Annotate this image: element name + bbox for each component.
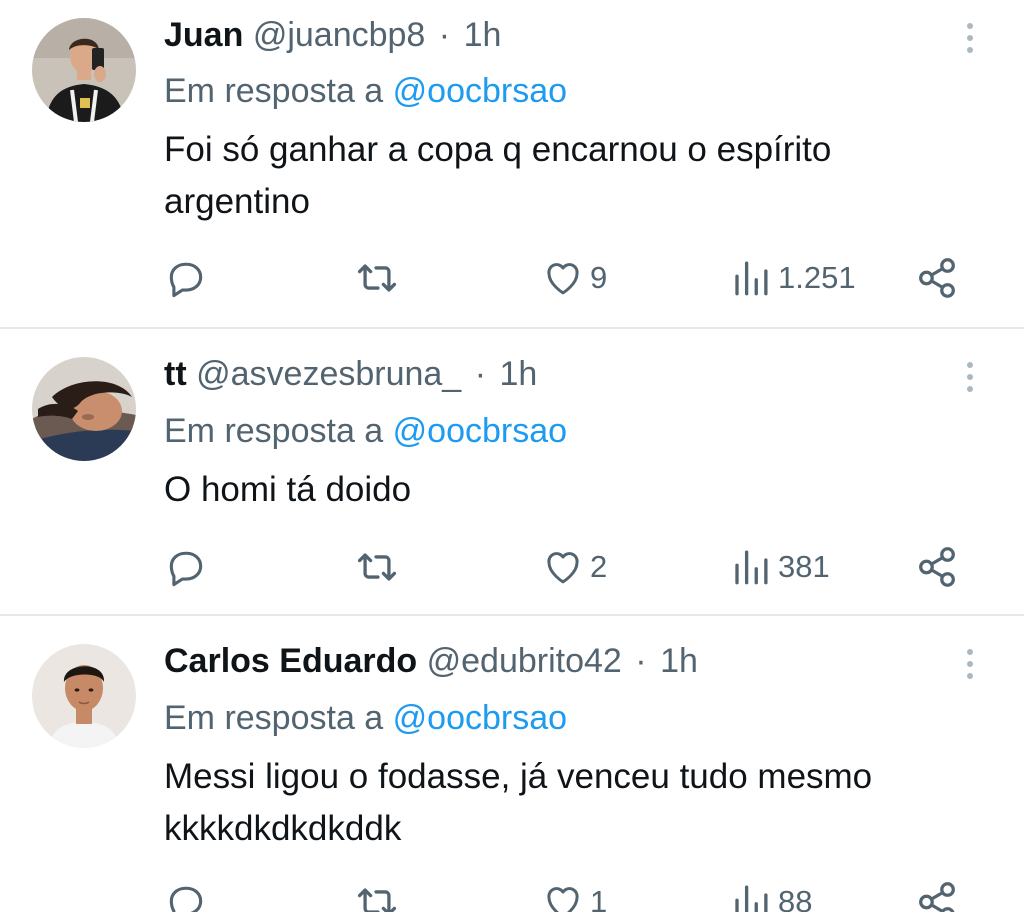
action-bar: 9 1.251 [0, 254, 1024, 302]
timestamp[interactable]: 1h [660, 642, 698, 680]
timestamp[interactable]: 1h [464, 16, 502, 54]
views-button[interactable]: 1.251 [730, 254, 856, 302]
display-name[interactable]: tt [164, 355, 187, 393]
like-icon [547, 263, 579, 295]
tweet-feed: Juan @juancbp8 · 1h Em resposta a @oocbr… [0, 0, 1024, 912]
tweet[interactable]: Carlos Eduardo @edubrito42 · 1h Em respo… [0, 616, 1024, 912]
username[interactable]: @asvezesbruna_ [196, 355, 461, 393]
reply-icon [169, 551, 203, 587]
view-count: 88 [778, 884, 813, 912]
reply-button[interactable] [164, 543, 208, 591]
views-button[interactable]: 381 [730, 543, 830, 591]
more-icon[interactable] [956, 16, 984, 60]
tweet-header: Juan @juancbp8 · 1h [164, 15, 501, 55]
like-count: 1 [590, 884, 608, 912]
avatar[interactable] [32, 357, 136, 461]
display-name[interactable]: Juan [164, 16, 243, 54]
retweet-button[interactable] [354, 543, 400, 591]
share-button[interactable] [914, 878, 960, 912]
reply-context: Em resposta a @oocbrsao [164, 698, 567, 738]
reply-prefix: Em resposta a [164, 699, 384, 737]
views-button[interactable]: 88 [730, 878, 812, 912]
tweet-header: tt @asvezesbruna_ · 1h [164, 354, 537, 394]
retweet-icon [357, 888, 397, 912]
reply-button[interactable] [164, 254, 208, 302]
tweet-header: Carlos Eduardo @edubrito42 · 1h [164, 641, 698, 681]
views-icon [735, 550, 768, 585]
action-bar: 2 381 [0, 543, 1024, 591]
reply-mention-link[interactable]: @oocbrsao [393, 412, 567, 450]
avatar-photo [32, 18, 136, 122]
like-count: 2 [590, 549, 608, 584]
share-icon [919, 882, 955, 912]
more-icon[interactable] [956, 355, 984, 399]
like-count: 9 [590, 260, 608, 295]
views-icon [735, 885, 768, 912]
separator: · [635, 642, 647, 680]
avatar-photo [32, 644, 136, 748]
action-bar: 1 88 [0, 878, 1024, 912]
tweet-text: O homi tá doido [164, 470, 412, 509]
reply-icon [169, 886, 203, 912]
tweet-text: Messi ligou o fodasse, já venceu tudo me… [164, 757, 873, 848]
share-icon [919, 547, 955, 587]
separator: · [474, 355, 487, 393]
username[interactable]: @edubrito42 [427, 642, 622, 680]
retweet-button[interactable] [354, 254, 400, 302]
share-button[interactable] [914, 254, 960, 302]
like-icon [547, 887, 579, 912]
like-button[interactable]: 9 [542, 254, 607, 302]
reply-context: Em resposta a @oocbrsao [164, 411, 567, 451]
views-icon [735, 261, 768, 296]
username[interactable]: @juancbp8 [253, 16, 426, 54]
tweet[interactable]: Juan @juancbp8 · 1h Em resposta a @oocbr… [0, 0, 1024, 328]
retweet-icon [357, 264, 397, 292]
share-button[interactable] [914, 543, 960, 591]
like-button[interactable]: 2 [542, 543, 607, 591]
view-count: 1.251 [778, 260, 856, 295]
reply-prefix: Em resposta a [164, 412, 384, 450]
retweet-button[interactable] [354, 878, 400, 912]
reply-context: Em resposta a @oocbrsao [164, 71, 567, 111]
reply-mention-link[interactable]: @oocbrsao [393, 699, 567, 737]
timestamp[interactable]: 1h [499, 355, 537, 393]
share-icon [919, 258, 955, 298]
display-name[interactable]: Carlos Eduardo [164, 642, 417, 680]
more-icon[interactable] [956, 642, 984, 686]
tweet[interactable]: tt @asvezesbruna_ · 1h Em resposta a @oo… [0, 329, 1024, 615]
tweet-text: Foi só ganhar a copa q encarnou o espíri… [164, 130, 832, 221]
like-button[interactable]: 1 [542, 878, 607, 912]
reply-button[interactable] [164, 878, 208, 912]
view-count: 381 [778, 549, 830, 584]
avatar[interactable] [32, 644, 136, 748]
reply-icon [169, 262, 203, 298]
avatar[interactable] [32, 18, 136, 122]
reply-mention-link[interactable]: @oocbrsao [393, 72, 567, 110]
like-icon [547, 552, 579, 584]
separator: · [438, 16, 451, 54]
avatar-photo [32, 357, 136, 461]
reply-prefix: Em resposta a [164, 72, 384, 110]
retweet-icon [357, 553, 397, 581]
